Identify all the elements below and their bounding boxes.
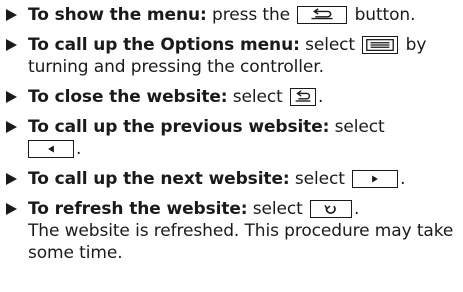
refresh-icon	[310, 200, 353, 218]
instruction-text: select	[334, 117, 385, 137]
instruction-result: The website is refreshed. This procedure…	[28, 221, 454, 263]
bullet-arrow-icon	[6, 121, 17, 133]
previous-arrow-icon	[28, 140, 74, 158]
instruction-text: select	[252, 199, 303, 219]
bullet-arrow-icon	[6, 91, 17, 103]
next-arrow-icon	[352, 170, 399, 188]
instruction-label: To show the menu:	[28, 5, 207, 25]
instruction-text-end: .	[318, 87, 324, 107]
instruction-label: To call up the Options menu:	[28, 35, 300, 55]
instruction-text-end: .	[76, 139, 82, 159]
instruction-label: To refresh the website:	[28, 199, 248, 219]
instruction-close-website: To close the website: select .	[6, 86, 458, 108]
instruction-label: To call up the next website:	[28, 169, 290, 189]
instruction-options-menu: To call up the Options menu: select by t…	[6, 34, 458, 78]
bullet-arrow-icon	[6, 173, 17, 185]
back-arrow-icon	[297, 6, 348, 24]
instruction-text: select	[232, 87, 283, 107]
bullet-arrow-icon	[6, 203, 17, 215]
instruction-text-end: .	[354, 199, 360, 219]
instruction-list: To show the menu: press the button. To c…	[6, 4, 458, 272]
instruction-refresh-website: To refresh the website: select . The web…	[6, 198, 458, 264]
instruction-text-end: .	[400, 169, 406, 189]
instruction-next-website: To call up the next website: select .	[6, 168, 458, 190]
bullet-arrow-icon	[6, 39, 17, 51]
instruction-label: To call up the previous website:	[28, 117, 330, 137]
instruction-text: press the	[212, 5, 290, 25]
instruction-text: select	[294, 169, 345, 189]
options-menu-icon	[362, 36, 399, 54]
instruction-text-end: button.	[354, 5, 416, 25]
instruction-previous-website: To call up the previous website: select …	[6, 116, 458, 160]
instruction-text: select	[305, 35, 355, 55]
instruction-label: To close the website:	[28, 87, 228, 107]
bullet-arrow-icon	[6, 9, 17, 21]
close-back-icon	[290, 88, 317, 106]
instruction-show-menu: To show the menu: press the button.	[6, 4, 458, 26]
